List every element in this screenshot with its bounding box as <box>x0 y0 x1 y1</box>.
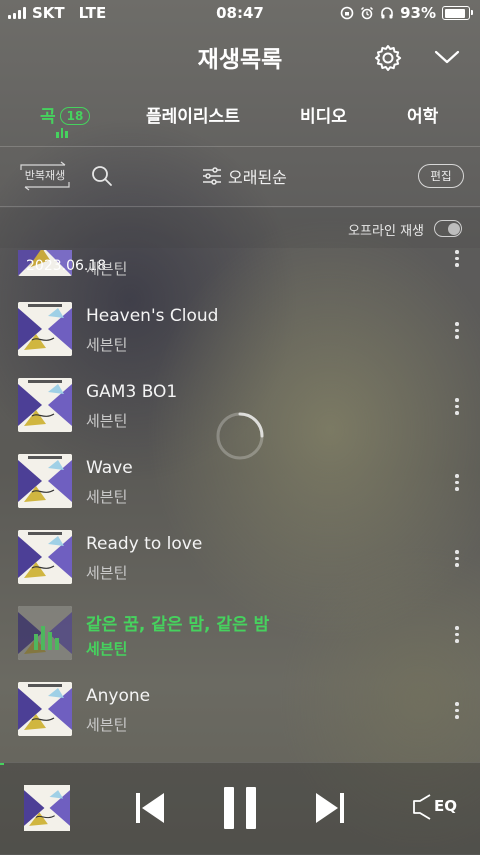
tab-playlists[interactable]: 플레이리스트 <box>146 102 240 127</box>
list-toolbar: 반복재생 오래된순 편집 <box>0 148 480 206</box>
next-track-icon[interactable] <box>314 785 346 831</box>
offline-label: 오프라인 재생 <box>348 224 424 239</box>
repeat-icon <box>20 161 70 191</box>
edit-button[interactable]: 편집 <box>418 164 464 188</box>
sliders-icon <box>203 167 221 185</box>
more-icon[interactable] <box>454 702 460 722</box>
divider <box>0 206 480 207</box>
offline-toggle[interactable] <box>434 220 462 237</box>
tab-songs-label: 곡 <box>40 107 56 127</box>
song-artist: 세븐틴 <box>86 260 128 278</box>
more-icon[interactable] <box>454 550 460 570</box>
eq-label: EQ <box>434 797 457 815</box>
more-icon[interactable] <box>454 322 460 342</box>
song-title: Ready to love <box>86 534 203 554</box>
chevron-down-icon[interactable] <box>432 46 462 68</box>
more-icon[interactable] <box>454 474 460 494</box>
album-art <box>18 606 72 660</box>
search-icon[interactable] <box>90 164 114 188</box>
headphones-icon <box>381 7 393 19</box>
list-item[interactable]: Heaven's Cloud 세븐틴 <box>0 278 480 356</box>
song-artist: 세븐틴 <box>86 640 128 658</box>
album-art <box>18 454 72 508</box>
now-playing-indicator-icon <box>56 128 68 138</box>
song-artist: 세븐틴 <box>86 336 128 354</box>
battery-percent: 93% <box>400 4 436 22</box>
sort-button[interactable]: 오래된순 <box>202 164 287 188</box>
more-icon[interactable] <box>454 626 460 646</box>
playback-progress[interactable] <box>0 763 4 765</box>
song-title: 같은 꿈, 같은 맘, 같은 밤 <box>86 615 270 635</box>
more-icon[interactable] <box>454 398 460 418</box>
song-title: GAM3 BO1 <box>86 382 178 402</box>
list-item[interactable]: Ready to love 세븐틴 <box>0 506 480 584</box>
alarm-icon <box>361 6 374 20</box>
song-list: 2023.06.18 세븐틴 Heaven's Cloud 세븐틴 GAM3 B… <box>0 250 480 762</box>
status-bar: SKT LTE 08:47 93% <box>0 0 480 28</box>
tab-language[interactable]: 어학 <box>407 102 438 127</box>
offline-row: 오프라인 재생 <box>0 208 480 248</box>
song-title: Heaven's Cloud <box>86 306 219 326</box>
tab-songs[interactable]: 곡 18 <box>40 102 91 127</box>
tab-bar: 곡 18 플레이리스트 비디오 어학 <box>0 98 480 144</box>
song-title: Wave <box>86 458 133 478</box>
list-item-now-playing[interactable]: 같은 꿈, 같은 맘, 같은 밤 세븐틴 <box>0 582 480 660</box>
album-art <box>18 530 72 584</box>
speaker-icon <box>413 794 431 820</box>
repeat-button[interactable]: 반복재생 <box>18 161 72 191</box>
eq-button[interactable]: EQ <box>412 793 460 823</box>
list-item[interactable]: Anyone 세븐틴 <box>0 658 480 736</box>
status-right: 93% <box>340 4 473 22</box>
song-artist: 세븐틴 <box>86 488 128 506</box>
album-art <box>18 302 72 356</box>
mini-player: EQ <box>0 762 480 855</box>
now-playing-album-art[interactable] <box>24 785 70 831</box>
song-artist: 세븐틴 <box>86 412 128 430</box>
page-title: 재생목록 <box>197 47 283 73</box>
rotation-lock-icon <box>340 6 354 20</box>
album-art <box>18 378 72 432</box>
song-artist: 세븐틴 <box>86 716 128 734</box>
divider <box>0 146 480 147</box>
song-count-badge: 18 <box>59 107 91 125</box>
loading-spinner-icon <box>216 412 264 460</box>
more-icon[interactable] <box>454 250 460 270</box>
song-artist: 세븐틴 <box>86 564 128 582</box>
battery-icon <box>442 6 473 20</box>
pause-icon[interactable] <box>222 785 258 831</box>
album-art <box>18 682 72 736</box>
sort-label: 오래된순 <box>228 168 287 187</box>
tab-videos[interactable]: 비디오 <box>300 102 347 127</box>
gear-icon[interactable] <box>372 42 404 74</box>
song-title: Anyone <box>86 686 151 706</box>
previous-track-icon[interactable] <box>134 785 166 831</box>
